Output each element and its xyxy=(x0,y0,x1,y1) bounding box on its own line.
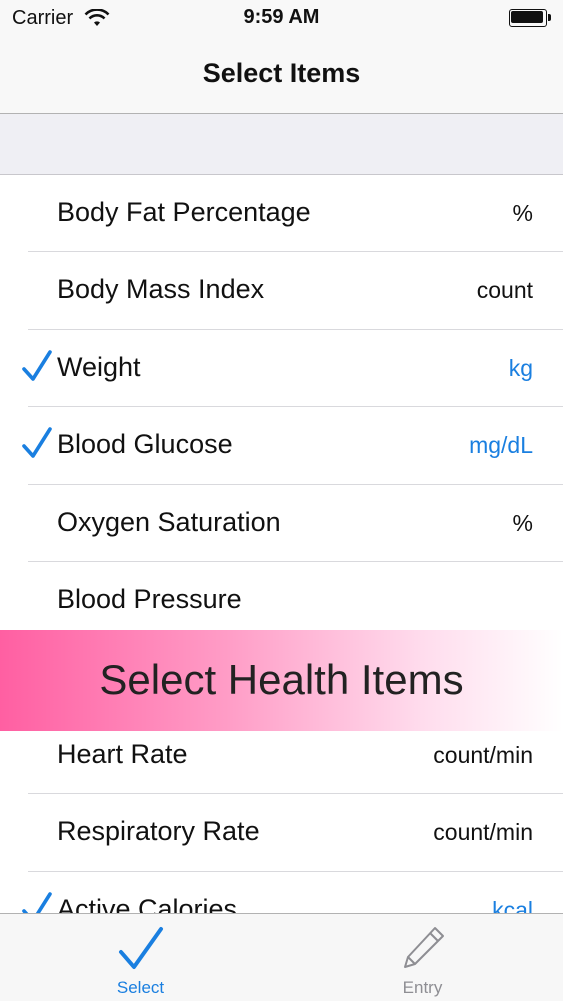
tab-label: Select xyxy=(116,978,165,997)
item-unit: % xyxy=(512,200,533,226)
item-unit: kg xyxy=(508,354,533,381)
item-unit: kcal xyxy=(492,896,533,913)
item-label: Oxygen Saturation xyxy=(57,506,281,537)
page-title: Select Items xyxy=(202,58,361,88)
tab-select[interactable]: Select xyxy=(0,914,281,1001)
status-time: 9:59 AM xyxy=(243,6,320,28)
item-label: Body Fat Percentage xyxy=(57,197,311,227)
tab-label: Entry xyxy=(402,978,443,997)
item-unit: count xyxy=(476,277,533,304)
tab-bar: Select Entry xyxy=(0,913,563,1001)
list-item[interactable]: Active Calories kcal xyxy=(0,871,563,913)
checkmark-icon xyxy=(118,927,163,969)
section-header xyxy=(0,114,563,175)
battery-icon xyxy=(509,9,551,27)
checkmark-icon xyxy=(22,349,52,381)
navigation-bar: Select Items xyxy=(0,40,563,114)
pencil-icon xyxy=(403,927,444,968)
checkmark-icon xyxy=(22,427,52,458)
list-item[interactable]: Oxygen Saturation % xyxy=(0,484,563,562)
item-label: Active Calories xyxy=(57,893,238,913)
checkmark-icon xyxy=(22,891,52,913)
tab-entry[interactable]: Entry xyxy=(282,914,563,1001)
item-label: Body Mass Index xyxy=(57,274,265,305)
item-unit: % xyxy=(512,509,533,536)
banner-text: Select Health Items xyxy=(99,656,464,703)
list-item[interactable]: Body Mass Index count xyxy=(0,252,563,330)
list-item[interactable]: Blood Pressure xyxy=(0,561,563,640)
list-item[interactable]: Body Fat Percentage % xyxy=(0,175,563,253)
list-item[interactable]: Weight kg xyxy=(0,329,563,408)
item-label: Heart Rate xyxy=(57,738,188,769)
item-unit: count/min xyxy=(433,741,533,768)
item-label: Blood Glucose xyxy=(57,429,233,460)
list-item[interactable]: Blood Glucose mg/dL xyxy=(0,407,563,485)
list-item[interactable]: Respiratory Rate count/min xyxy=(0,794,563,872)
item-unit: count/min xyxy=(433,819,533,846)
item-label: Respiratory Rate xyxy=(57,816,260,847)
item-unit: mg/dL xyxy=(469,432,533,459)
select-health-items-banner: Select Health Items xyxy=(0,630,563,731)
status-bar: Carrier 9:59 AM xyxy=(0,0,563,40)
item-label: Blood Pressure xyxy=(57,583,242,614)
health-items-list[interactable]: Body Fat Percentage % Body Mass Index co… xyxy=(0,175,563,913)
item-label: Weight xyxy=(57,351,141,382)
